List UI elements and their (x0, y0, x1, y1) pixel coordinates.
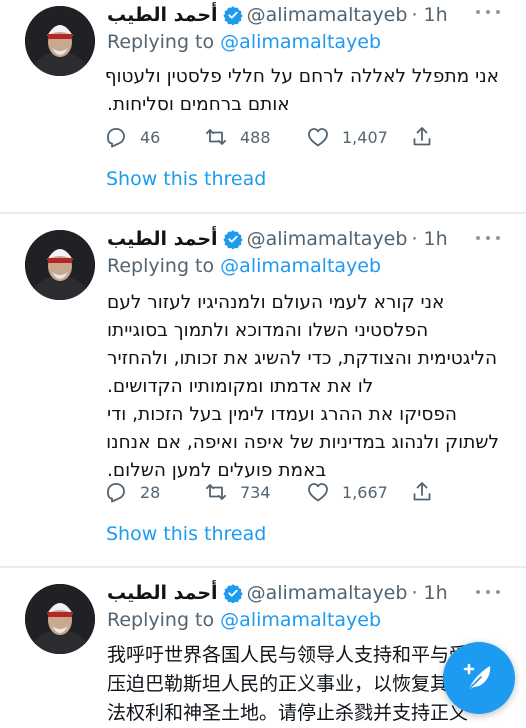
tweet-text-line: אני קורא לעמי העולם ולמנהיגיו לעזור לעם (107, 292, 445, 313)
tweet-text-line: לשתוק ולנהוג במדיניות של איפה ואיפה, אם … (106, 432, 499, 453)
replying-to: Replying to @alimamaltayeb (107, 31, 381, 53)
verified-badge-icon (222, 230, 243, 249)
author-handle[interactable]: @alimamaltayeb (247, 228, 408, 250)
replying-to: Replying to @alimamaltayeb (107, 255, 381, 277)
like-button[interactable]: 1,667 (306, 477, 388, 507)
retweet-count: 488 (240, 127, 271, 147)
avatar[interactable] (25, 6, 95, 76)
compose-feather-icon (463, 663, 491, 691)
author-name[interactable]: أحمد الطيب (107, 4, 218, 26)
avatar[interactable] (25, 584, 95, 654)
retweet-button[interactable]: 734 (204, 477, 271, 507)
share-icon (413, 482, 431, 501)
tweet-text-line: הליגטימית והצודקת, כדי להשיג את זכותו, ו… (107, 348, 498, 369)
reply-icon (107, 128, 125, 148)
reply-icon (107, 483, 125, 503)
author-name[interactable]: أحمد الطيب (107, 582, 218, 604)
tweet-time[interactable]: · 1h (411, 582, 447, 604)
tweet-time[interactable]: · 1h (411, 228, 447, 250)
reply-count: 28 (140, 482, 161, 502)
like-count: 1,407 (342, 127, 388, 147)
like-count: 1,667 (342, 482, 388, 502)
more-dots-icon[interactable] (476, 586, 500, 598)
verified-badge-icon (222, 6, 243, 25)
tweet-time[interactable]: · 1h (411, 4, 447, 26)
avatar-image (25, 230, 95, 300)
like-button[interactable]: 1,407 (306, 122, 388, 152)
more-dots-icon[interactable] (476, 6, 500, 18)
tweet-header: أحمد الطيب @alimamaltayeb · 1h (107, 2, 448, 28)
reply-button[interactable]: 46 (104, 122, 160, 152)
tweet-text: אני מתפלל לאללה לרחם על חללי פלסטין ולעט… (104, 63, 499, 119)
author-handle[interactable]: @alimamaltayeb (247, 582, 408, 604)
tweet-text: אני קורא לעמי העולם ולמנהיגיו לעזור לעם … (106, 289, 499, 485)
tweet-actions: 46 488 1,407 (104, 122, 444, 152)
tweet-actions: 28 734 1,667 (104, 477, 444, 507)
replying-to-mention[interactable]: @alimamaltayeb (220, 255, 381, 277)
retweet-button[interactable]: 488 (204, 122, 271, 152)
replying-to-label: Replying to (107, 609, 215, 631)
heart-icon (308, 483, 328, 502)
replying-to-mention[interactable]: @alimamaltayeb (220, 609, 381, 631)
replying-to-label: Replying to (107, 31, 215, 53)
avatar-image (25, 584, 95, 654)
heart-icon (308, 128, 328, 147)
reply-button[interactable]: 28 (104, 477, 160, 507)
retweet-icon (205, 129, 227, 145)
avatar[interactable] (25, 230, 95, 300)
author-handle[interactable]: @alimamaltayeb (247, 4, 408, 26)
show-thread-link[interactable]: Show this thread (106, 168, 266, 190)
more-dots-icon[interactable] (476, 232, 500, 244)
retweet-icon (205, 484, 227, 500)
tweet-text-line: לו את אדמתו ומקומותיו הקדושים. (107, 376, 374, 397)
replying-to-label: Replying to (107, 255, 215, 277)
share-icon (413, 127, 431, 146)
share-button[interactable] (410, 122, 446, 152)
tweet-text-line: הפסיקו את ההרג ועמדו לימין בעל הזכות, וד… (107, 404, 458, 425)
tweet-text-line: הפלסטיני השלו והמדוכא ולתמוך בסוגייתו (107, 320, 429, 341)
tweet-header: أحمد الطيب @alimamaltayeb · 1h (107, 226, 448, 252)
tweet[interactable]: أحمد الطيب @alimamaltayeb · 1h Replying … (0, 214, 526, 566)
tweet[interactable]: أحمد الطيب @alimamaltayeb · 1h Replying … (0, 0, 526, 212)
tweet-text-line: אני מתפלל לאללה לרחם על חללי פלסטין ולעט… (104, 66, 499, 87)
retweet-count: 734 (240, 482, 271, 502)
avatar-image (25, 6, 95, 76)
tweet-text-line: אותם ברחמים וסליחות. (107, 94, 290, 115)
reply-count: 46 (140, 127, 161, 147)
verified-badge-icon (222, 584, 243, 603)
tweet-header: أحمد الطيب @alimamaltayeb · 1h (107, 580, 448, 606)
replying-to: Replying to @alimamaltayeb (107, 609, 381, 631)
compose-tweet-button[interactable] (443, 642, 515, 714)
author-name[interactable]: أحمد الطيب (107, 228, 218, 250)
share-button[interactable] (410, 477, 446, 507)
replying-to-mention[interactable]: @alimamaltayeb (220, 31, 381, 53)
show-thread-link[interactable]: Show this thread (106, 523, 266, 545)
